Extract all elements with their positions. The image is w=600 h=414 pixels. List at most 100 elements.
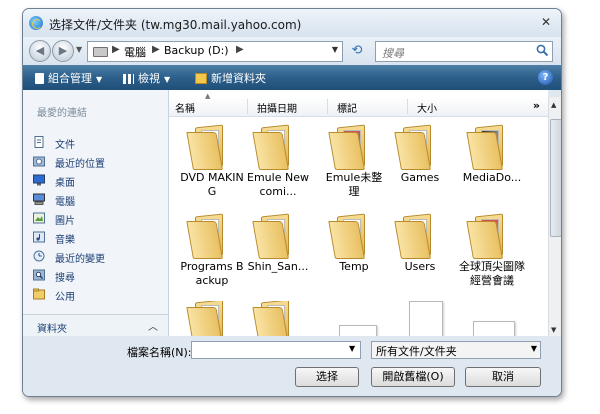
new-folder-icon bbox=[195, 73, 207, 84]
recent-places-icon bbox=[33, 156, 45, 167]
folder-item[interactable]: Temp bbox=[321, 213, 387, 299]
scroll-up-icon[interactable]: ▲ bbox=[551, 101, 556, 109]
breadcrumb-separator[interactable]: ▶ bbox=[112, 44, 120, 55]
column-divider[interactable] bbox=[327, 99, 328, 114]
folder-icon bbox=[186, 213, 229, 259]
document-item[interactable] bbox=[459, 301, 525, 336]
select-button[interactable]: 选择 bbox=[295, 367, 359, 387]
folder-item[interactable]: Emule Newcomi... bbox=[245, 124, 311, 210]
column-divider[interactable] bbox=[407, 99, 408, 114]
breadcrumb-separator[interactable]: ▶ bbox=[236, 44, 244, 55]
folder-icon bbox=[252, 213, 295, 259]
vertical-scrollbar[interactable]: ▲ ▼ bbox=[548, 97, 561, 336]
open-button[interactable]: 開啟舊檔(O) bbox=[371, 367, 455, 387]
document-icon bbox=[34, 136, 44, 148]
chevron-down-icon: ▼ bbox=[530, 344, 537, 353]
document-item[interactable] bbox=[321, 301, 387, 336]
folder-item[interactable]: DVD MAKING bbox=[179, 124, 245, 210]
sort-ascending-icon: ▲ bbox=[205, 92, 211, 100]
folder-item[interactable]: Games bbox=[387, 124, 453, 210]
chevron-up-icon: ︿ bbox=[148, 322, 158, 333]
sidebar-item-label: 桌面 bbox=[55, 178, 75, 189]
folder-item[interactable]: Programs Backup bbox=[179, 213, 245, 299]
file-name: Games bbox=[400, 171, 440, 184]
document-thumbnail-icon bbox=[473, 321, 515, 336]
help-icon[interactable]: ? bbox=[538, 70, 553, 85]
search-folder-icon bbox=[33, 269, 45, 281]
organize-menu[interactable]: 組合管理 ▼ bbox=[35, 70, 102, 86]
forward-button[interactable]: ▶ bbox=[52, 40, 74, 62]
cancel-button[interactable]: 取消 bbox=[465, 367, 541, 387]
refresh-icon[interactable]: ⟲ bbox=[347, 43, 367, 59]
folder-icon bbox=[466, 213, 509, 259]
folders-toggle[interactable]: 資料夾 ︿ bbox=[23, 314, 168, 337]
address-box[interactable]: ▶ 電腦 ▶ Backup (D:) ▶ ▼ bbox=[87, 41, 343, 62]
file-name: MediaDo... bbox=[462, 171, 522, 184]
column-header-name[interactable]: 名稱 bbox=[175, 100, 195, 115]
views-icon bbox=[123, 74, 134, 84]
back-button[interactable]: ◀ bbox=[29, 40, 51, 62]
desktop-icon bbox=[33, 174, 45, 186]
folder-item[interactable]: MediaDo... bbox=[459, 124, 525, 210]
folder-icon bbox=[394, 124, 437, 170]
sidebar-item-label: 最近的位置 bbox=[55, 159, 105, 170]
recent-pages-dropdown[interactable]: ▼ bbox=[76, 45, 82, 54]
folder-item[interactable] bbox=[245, 301, 311, 336]
file-name: Temp bbox=[339, 260, 369, 273]
file-name: 全球頂尖圖隊經營會議 bbox=[459, 260, 525, 287]
sidebar-item-label: 圖片 bbox=[55, 216, 75, 227]
address-bar-row: ◀ ▶ ▼ ▶ 電腦 ▶ Backup (D:) ▶ ▼ ⟲ 搜尋 bbox=[23, 37, 561, 65]
search-input[interactable]: 搜尋 bbox=[382, 45, 404, 61]
address-dropdown-icon[interactable]: ▼ bbox=[332, 45, 338, 54]
column-header-date-taken[interactable]: 拍攝日期 bbox=[257, 100, 297, 115]
filename-input[interactable] bbox=[191, 341, 361, 359]
public-folder-icon bbox=[33, 288, 45, 300]
document-thumbnail-icon bbox=[409, 301, 443, 336]
folder-icon bbox=[186, 124, 229, 170]
sidebar-item-label: 文件 bbox=[55, 140, 75, 151]
column-divider[interactable] bbox=[247, 99, 248, 114]
folder-item[interactable]: 全球頂尖圖隊經營會議 bbox=[459, 213, 525, 299]
new-folder-label: 新增資料夾 bbox=[211, 72, 266, 85]
favorite-links-heading: 最愛的連結 bbox=[37, 108, 87, 119]
file-name: Shin_San... bbox=[247, 260, 309, 273]
search-icon[interactable] bbox=[536, 44, 549, 57]
breadcrumb-computer[interactable]: 電腦 bbox=[124, 44, 146, 60]
file-name: Emule Newcomi... bbox=[247, 171, 309, 198]
organize-label: 組合管理 bbox=[48, 72, 92, 85]
folder-item[interactable]: Shin_San... bbox=[245, 213, 311, 299]
sidebar-item-label: 最近的變更 bbox=[55, 254, 105, 265]
folder-icon bbox=[252, 124, 295, 170]
document-thumbnail-icon bbox=[339, 325, 377, 336]
folder-icon bbox=[466, 124, 509, 170]
folder-item[interactable]: Users bbox=[387, 213, 453, 299]
scrollbar-thumb[interactable] bbox=[550, 119, 561, 237]
window-title: 选择文件/文件夹 (tw.mg30.mail.yahoo.com) bbox=[49, 18, 302, 32]
organize-icon bbox=[35, 73, 44, 84]
folder-item[interactable] bbox=[179, 301, 245, 336]
sidebar-item-label: 公用 bbox=[55, 292, 75, 303]
close-button[interactable]: ✕ bbox=[537, 14, 555, 30]
views-label: 檢視 bbox=[138, 72, 160, 85]
scroll-down-icon[interactable]: ▼ bbox=[551, 326, 556, 334]
folder-icon bbox=[328, 124, 371, 170]
breadcrumb-separator[interactable]: ▶ bbox=[152, 44, 160, 55]
breadcrumb-backup-drive[interactable]: Backup (D:) bbox=[164, 44, 229, 57]
document-item[interactable] bbox=[387, 301, 453, 336]
search-box[interactable]: 搜尋 bbox=[375, 41, 553, 62]
new-folder-button[interactable]: 新增資料夾 bbox=[195, 70, 266, 86]
file-type-select[interactable]: 所有文件/文件夹 ▼ bbox=[371, 341, 541, 359]
folder-item[interactable]: Emule未整理 bbox=[321, 124, 387, 210]
folder-icon bbox=[328, 213, 371, 259]
file-list[interactable]: 名稱 ▲ 拍攝日期 標記 大小 » DVD MAKING Emule Newco… bbox=[169, 90, 548, 336]
views-menu[interactable]: 檢視 ▼ bbox=[123, 70, 170, 86]
drive-icon bbox=[93, 47, 108, 57]
dialog-footer: 檔案名稱(N): ▼ 所有文件/文件夹 ▼ 选择 開啟舊檔(O) 取消 bbox=[23, 336, 561, 396]
recently-changed-icon bbox=[33, 250, 45, 262]
column-header-tags[interactable]: 標記 bbox=[337, 100, 357, 115]
computer-icon bbox=[33, 193, 45, 205]
pictures-icon bbox=[33, 212, 45, 224]
chevron-down-icon: ▼ bbox=[164, 75, 171, 84]
more-columns-button[interactable]: » bbox=[533, 99, 540, 112]
column-header-size[interactable]: 大小 bbox=[417, 100, 437, 115]
